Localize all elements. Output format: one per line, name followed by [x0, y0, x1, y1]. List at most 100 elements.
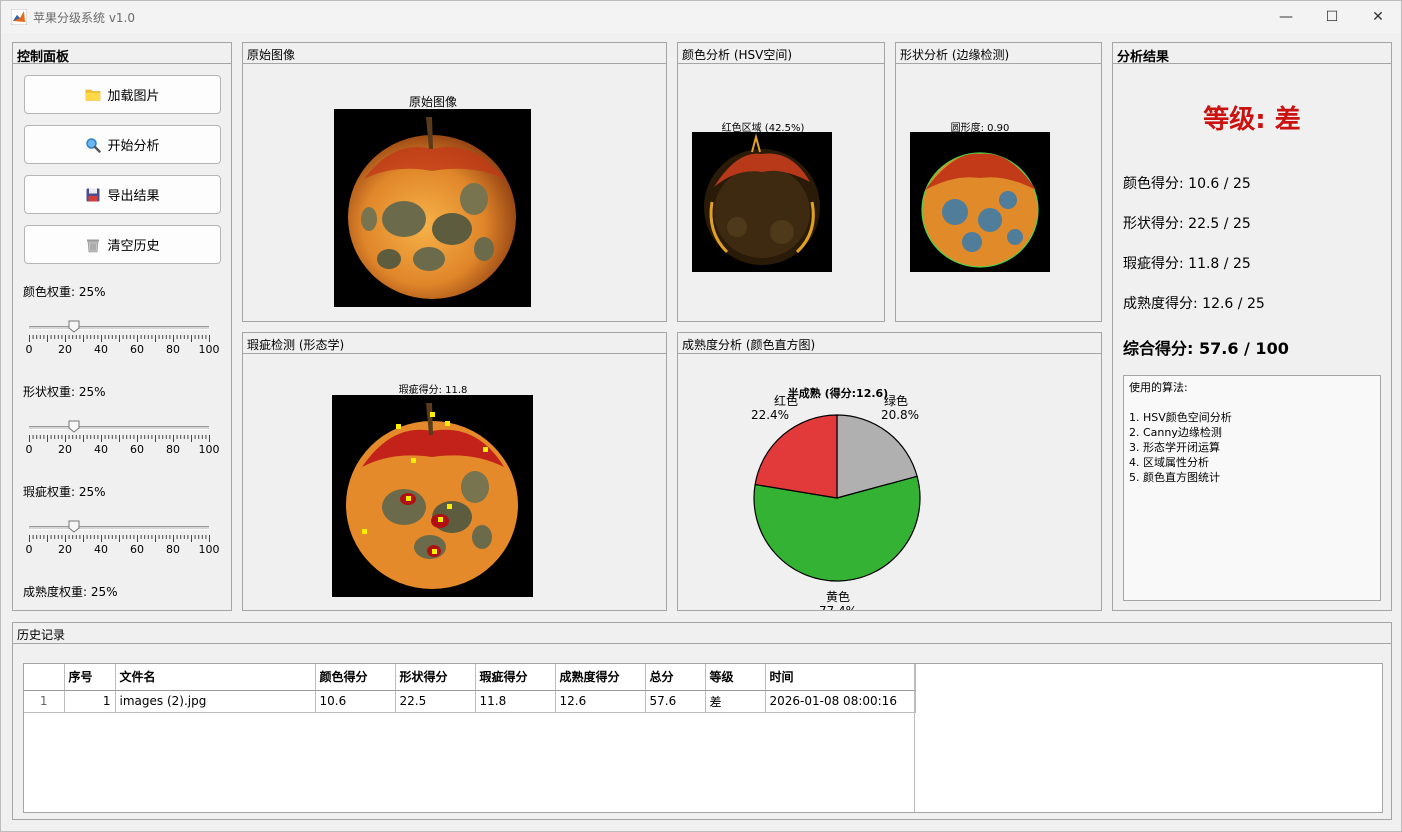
clear-history-button[interactable]: 清空历史 — [24, 225, 221, 264]
slider-tick-label: 20 — [58, 543, 72, 556]
color-score: 颜色得分: 10.6 / 25 — [1123, 176, 1251, 192]
table-right-border — [914, 664, 915, 812]
color-weight-label: 颜色权重: 25% — [23, 285, 106, 299]
cell-shape-score[interactable]: 22.5 — [395, 690, 476, 713]
defect-weight-label: 瑕疵权重: 25% — [23, 485, 106, 499]
defect-detection-image — [332, 395, 533, 597]
close-icon: ✕ — [1372, 9, 1384, 25]
column-header-time[interactable]: 时间 — [765, 664, 916, 691]
minimize-icon: — — [1279, 9, 1293, 25]
column-header-color-score[interactable]: 颜色得分 — [315, 664, 396, 691]
pie-slice-0 — [754, 414, 838, 499]
maturity-weight-label: 成熟度权重: 25% — [23, 585, 118, 599]
folder-icon — [86, 89, 101, 101]
original-image-panel: 原始图像 原始图像 — [242, 42, 667, 322]
algorithm-item: 2. Canny边缘检测 — [1129, 426, 1222, 439]
pie-title: 半成熟 (得分:12.6) — [788, 386, 888, 400]
defect-detection-panel-title: 瑕疵检测 (形态学) — [243, 333, 666, 354]
clear-history-label: 清空历史 — [107, 239, 160, 254]
pie-percent-label: 20.8% — [881, 408, 919, 422]
column-header-filename[interactable]: 文件名 — [115, 664, 316, 691]
column-header-maturity-score[interactable]: 成熟度得分 — [555, 664, 646, 691]
shape-weight-label: 形状权重: 25% — [23, 385, 106, 399]
table-header-row: 序号 文件名 颜色得分 形状得分 瑕疵得分 成熟度得分 总分 等级 时间 — [24, 664, 916, 691]
slider-thumb[interactable] — [68, 520, 80, 533]
control-panel-title: 控制面板 — [13, 43, 231, 65]
cell-color-score[interactable]: 10.6 — [315, 690, 396, 713]
maturity-analysis-panel: 成熟度分析 (颜色直方图) 红色 22.4% 黄色 77.4% 绿色 20.8% 半成熟 (… — [677, 332, 1102, 611]
slider-ticks — [29, 435, 210, 442]
slider-tick-label: 40 — [94, 543, 108, 556]
color-analysis-panel-title: 颜色分析 (HSV空间) — [678, 43, 884, 64]
column-header-rownum[interactable] — [24, 664, 65, 691]
load-image-button[interactable]: 加载图片 — [24, 75, 221, 114]
defect-weight-slider[interactable]: 0 20 40 60 80 100 — [25, 520, 220, 567]
grade-label: 等级: 差 — [1203, 105, 1301, 135]
slider-tick-label: 100 — [198, 443, 220, 456]
slider-tick-label: 80 — [166, 543, 180, 556]
shape-analysis-panel: 形状分析 (边缘检测) 圆形度: 0.90 — [895, 42, 1102, 322]
cell-grade[interactable]: 差 — [705, 690, 766, 713]
slider-thumb[interactable] — [68, 320, 80, 333]
column-header-shape-score[interactable]: 形状得分 — [395, 664, 476, 691]
cell-time[interactable]: 2026-01-08 08:00:16 — [765, 690, 916, 713]
slider-thumb[interactable] — [68, 420, 80, 433]
slider-ticks — [29, 335, 210, 342]
column-header-index[interactable]: 序号 — [64, 664, 116, 691]
export-results-label: 导出结果 — [107, 189, 160, 204]
color-analysis-panel: 颜色分析 (HSV空间) 红色区域 (42.5%) — [677, 42, 885, 322]
export-results-button[interactable]: 导出结果 — [24, 175, 221, 214]
defect-detection-panel: 瑕疵检测 (形态学) 瑕疵得分: 11.8 — [242, 332, 667, 611]
slider-tick-label: 80 — [166, 443, 180, 456]
red-region-image — [692, 132, 832, 272]
slider-tick-label: 40 — [94, 443, 108, 456]
pie-label: 黄色 — [826, 590, 850, 604]
pie-percent-label: 22.4% — [751, 408, 789, 422]
floppy-disk-icon — [86, 188, 100, 201]
results-panel-title: 分析结果 — [1113, 43, 1391, 65]
column-header-defect-score[interactable]: 瑕疵得分 — [475, 664, 556, 691]
history-table[interactable]: 序号 文件名 颜色得分 形状得分 瑕疵得分 成熟度得分 总分 等级 时间 1 1 — [23, 663, 1383, 813]
cell-index[interactable]: 1 — [64, 690, 116, 713]
results-panel: 分析结果 等级: 差 颜色得分: 10.6 / 25 形状得分: 22.5 / … — [1112, 42, 1392, 611]
table-row[interactable]: 1 1 images (2).jpg 10.6 22.5 11.8 12.6 5… — [24, 690, 916, 713]
cell-rownum[interactable]: 1 — [24, 690, 65, 713]
slider-tick-label: 100 — [198, 543, 220, 556]
slider-tick-label: 100 — [198, 343, 220, 356]
slider-tick-label: 40 — [94, 343, 108, 356]
slider-tick-label: 60 — [130, 543, 144, 556]
column-header-total[interactable]: 总分 — [645, 664, 706, 691]
slider-tick-label: 60 — [130, 343, 144, 356]
maximize-button[interactable]: ☐ — [1309, 1, 1355, 33]
cell-total[interactable]: 57.6 — [645, 690, 706, 713]
color-weight-slider[interactable]: 0 20 40 60 80 100 — [26, 320, 220, 367]
app-window: 苹果分级系统 v1.0 — ☐ ✕ 控制面板 加载图片 开始分析 导出结果 清空… — [0, 0, 1402, 832]
history-panel: 历史记录 序号 文件名 颜色得分 形状得分 瑕疵得分 成熟度得分 总分 等级 时… — [12, 622, 1392, 820]
algorithm-item: 4. 区域属性分析 — [1129, 456, 1209, 469]
slider-track[interactable] — [29, 326, 209, 330]
slider-tick-label: 0 — [25, 543, 33, 556]
slider-track[interactable] — [29, 526, 209, 530]
cell-defect-score[interactable]: 11.8 — [475, 690, 556, 713]
edge-detection-image — [910, 132, 1050, 272]
magnifier-icon — [86, 137, 102, 153]
cell-maturity-score[interactable]: 12.6 — [555, 690, 646, 713]
load-image-label: 加载图片 — [107, 89, 160, 104]
maturity-pie-chart: 红色22.4%黄色77.4%绿色20.8%半成熟 (得分:12.6) — [751, 386, 921, 610]
algorithm-item: 5. 颜色直方图统计 — [1129, 471, 1220, 484]
column-header-grade[interactable]: 等级 — [705, 664, 766, 691]
history-panel-title: 历史记录 — [13, 623, 1391, 644]
algorithms-title: 使用的算法: — [1129, 381, 1188, 394]
slider-tick-label: 60 — [130, 443, 144, 456]
minimize-button[interactable]: — — [1263, 1, 1309, 33]
cell-filename[interactable]: images (2).jpg — [115, 690, 316, 713]
algorithm-item: 1. HSV颜色空间分析 — [1129, 411, 1232, 424]
shape-weight-slider[interactable]: 0 20 40 60 80 100 — [26, 420, 220, 467]
trash-icon — [87, 239, 100, 252]
slider-track[interactable] — [29, 426, 209, 430]
close-button[interactable]: ✕ — [1355, 1, 1401, 33]
start-analysis-button[interactable]: 开始分析 — [24, 125, 221, 164]
algorithm-item: 3. 形态学开闭运算 — [1129, 441, 1220, 454]
algorithms-textarea[interactable]: 使用的算法: 1. HSV颜色空间分析 2. Canny边缘检测 3. 形态学开… — [1123, 375, 1381, 601]
control-panel: 控制面板 加载图片 开始分析 导出结果 清空历史 颜色权重: 25% 0 20 40… — [12, 42, 232, 611]
